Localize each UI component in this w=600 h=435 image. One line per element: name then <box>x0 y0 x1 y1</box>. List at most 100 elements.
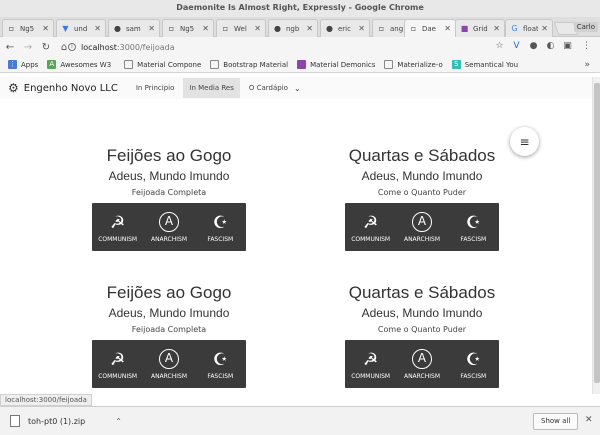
bookmark-apps[interactable]: ⋮ Apps <box>8 60 38 69</box>
extension-icon[interactable]: ● <box>528 41 539 52</box>
icon-label: COMMUNISM <box>98 235 138 243</box>
close-icon[interactable]: ✕ <box>541 24 548 33</box>
tab-strip: ▫ Ng5 ✕ ▼ und ✕ ● sam ✕ ▫ Ng5 ✕ ▫ Wel ✕ … <box>0 17 600 37</box>
bookmark-item[interactable]: S Semantical You <box>451 60 518 69</box>
close-icon[interactable]: ✕ <box>306 24 313 33</box>
fascism-item[interactable]: ☪ FASCISM <box>198 349 243 380</box>
forward-arrow-icon[interactable]: → <box>20 42 36 53</box>
tab[interactable]: ● ngb ✕ <box>268 19 318 37</box>
star-icon[interactable]: ☆ <box>494 41 505 52</box>
close-icon[interactable]: ✕ <box>254 24 261 33</box>
bookmark-label: Materialize-o <box>397 60 443 69</box>
chevron-down-icon: ⌄ <box>293 83 301 93</box>
card-description: Feijoada Completa <box>131 325 207 334</box>
anarchism-item[interactable]: A ANARCHISM <box>146 348 191 380</box>
anarchy-icon: A <box>411 348 432 369</box>
tab[interactable]: ● sam ✕ <box>108 19 160 37</box>
icon-label: ANARCHISM <box>403 372 440 380</box>
scrollbar-thumb[interactable] <box>594 83 600 383</box>
tab[interactable]: ● eric ✕ <box>320 19 370 37</box>
hammer-sickle-icon: ☭ <box>363 212 379 233</box>
hammer-sickle-icon: ☭ <box>110 349 126 370</box>
bookmark-item[interactable]: Material Compone <box>124 60 201 69</box>
info-icon[interactable]: i <box>68 43 76 51</box>
menu-fab-button[interactable]: ≡ <box>510 127 539 156</box>
tab[interactable]: ■ Grid ✕ <box>455 19 505 37</box>
card-subtitle: Adeus, Mundo Imundo <box>361 306 483 320</box>
bookmarks-overflow-icon[interactable]: » <box>584 60 590 70</box>
tab-label: Ng5 <box>180 24 195 33</box>
tab-label: float <box>523 24 539 33</box>
brand[interactable]: ⚙ Engenho Novo LLC <box>8 81 118 95</box>
menu-item-in-principio[interactable]: In Principio <box>130 78 181 98</box>
card: Quartas e Sábados Adeus, Mundo Imundo Co… <box>345 145 499 251</box>
bookmark-item[interactable]: A Awesomes W3 <box>47 60 111 69</box>
bookmark-item[interactable]: Bootstrap Material <box>210 60 288 69</box>
main-content: ≡ Feijões ao Gogo Adeus, Mundo Imundo Fe… <box>0 100 592 394</box>
ideology-icon-panel: ☭ COMMUNISM A ANARCHISM ☪ FASCISM <box>92 203 246 251</box>
icon-label: FASCISM <box>460 235 487 243</box>
github-icon: ● <box>326 24 333 33</box>
card-title: Feijões ao Gogo <box>106 283 232 302</box>
close-icon[interactable]: ✕ <box>42 24 49 33</box>
tab[interactable]: ▫ Wel ✕ <box>216 19 266 37</box>
fascism-item[interactable]: ☪ FASCISM <box>198 212 243 243</box>
tab[interactable]: ▼ und ✕ <box>56 19 106 37</box>
show-all-button[interactable]: Show all <box>533 413 579 430</box>
tab[interactable]: ▫ Ng5 ✕ <box>162 19 214 37</box>
tab[interactable]: ▫ Ng5 ✕ <box>2 19 54 37</box>
reload-icon[interactable]: ↻ <box>38 42 54 53</box>
close-icon[interactable]: ✕ <box>94 24 101 33</box>
page-icon: ▫ <box>8 24 15 33</box>
close-icon[interactable]: ✕ <box>444 24 451 33</box>
menu-icon: ≡ <box>519 134 530 149</box>
vpn-icon[interactable]: V <box>511 41 522 52</box>
tab-label: Grid <box>473 24 488 33</box>
communism-item[interactable]: ☭ COMMUNISM <box>348 349 393 380</box>
hammer-sickle-icon: ☭ <box>110 212 126 233</box>
star-crescent-icon: ☪ <box>465 212 481 233</box>
address-bar[interactable]: i localhost:3000/feijoada <box>68 39 508 55</box>
download-item[interactable]: toh-pt0 (1).zip ⌃ <box>10 415 122 427</box>
communism-item[interactable]: ☭ COMMUNISM <box>95 349 140 380</box>
anarchism-item[interactable]: A ANARCHISM <box>146 211 191 243</box>
close-icon[interactable]: ✕ <box>358 24 365 33</box>
window-title: Daemonite Is Almost Right, Expressly - G… <box>176 3 424 12</box>
tab-label: sam <box>126 24 141 33</box>
anarchism-item[interactable]: A ANARCHISM <box>399 348 444 380</box>
hammer-sickle-icon: ☭ <box>363 349 379 370</box>
address-path: :3000/feijoada <box>116 42 175 52</box>
menu-item-label: In Media Res <box>189 84 234 92</box>
tab-label: eric <box>338 24 351 33</box>
tab-active[interactable]: ▫ Dae ✕ <box>404 19 456 37</box>
icon-label: ANARCHISM <box>150 372 187 380</box>
back-arrow-icon[interactable]: ← <box>2 42 18 53</box>
extension-icon[interactable]: ▣ <box>562 41 573 52</box>
bookmark-item[interactable]: Materialize-o <box>384 60 443 69</box>
page-scrollbar[interactable] <box>592 77 600 394</box>
fascism-item[interactable]: ☪ FASCISM <box>451 212 496 243</box>
more-icon[interactable]: ⋮ <box>581 41 592 52</box>
card-title: Quartas e Sábados <box>348 283 496 302</box>
tab[interactable]: G float ✕ <box>505 19 553 37</box>
extension-icon[interactable]: ◐ <box>545 41 556 52</box>
chevron-up-icon[interactable]: ⌃ <box>115 417 122 426</box>
bookmark-item[interactable]: Material Demonics <box>297 60 375 69</box>
close-icon[interactable]: ✕ <box>585 415 593 425</box>
menu-item-o-cardapio[interactable]: O Cardápio ⌄ <box>243 78 307 98</box>
close-icon[interactable]: ✕ <box>202 24 209 33</box>
menu-item-in-media-res[interactable]: In Media Res <box>183 78 240 98</box>
fascism-item[interactable]: ☪ FASCISM <box>451 349 496 380</box>
close-icon[interactable]: ✕ <box>148 24 155 33</box>
card-title: Quartas e Sábados <box>348 146 496 165</box>
card: Feijões ao Gogo Adeus, Mundo Imundo Feij… <box>92 145 246 251</box>
communism-item[interactable]: ☭ COMMUNISM <box>348 212 393 243</box>
bookmark-label: Awesomes W3 <box>60 60 112 69</box>
communism-item[interactable]: ☭ COMMUNISM <box>95 212 140 243</box>
card-subtitle: Adeus, Mundo Imundo <box>108 306 230 320</box>
anarchism-item[interactable]: A ANARCHISM <box>399 211 444 243</box>
close-icon[interactable]: ✕ <box>493 24 500 33</box>
app-navbar: ⚙ Engenho Novo LLC In Principio In Media… <box>0 77 592 99</box>
ideology-icon-panel: ☭ COMMUNISM A ANARCHISM ☪ FASCISM <box>92 340 246 388</box>
profile-chip[interactable]: Carlo <box>573 22 598 32</box>
